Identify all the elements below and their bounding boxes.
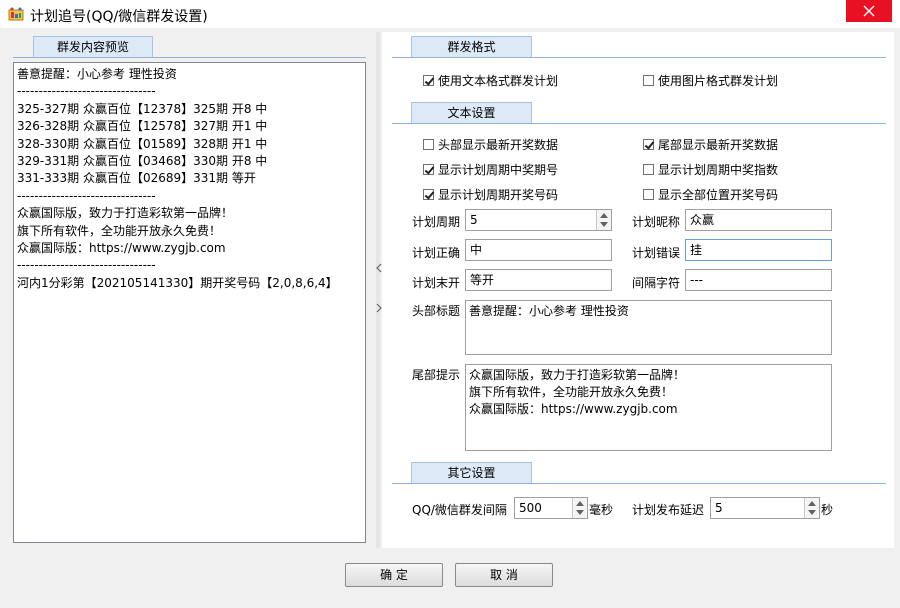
nickname-label: 计划昵称 bbox=[632, 215, 681, 229]
header-title-label: 头部标题 bbox=[412, 304, 461, 318]
checkbox-checked-icon bbox=[423, 164, 434, 175]
spin-down-icon bbox=[808, 510, 816, 515]
preview-line: -------------------------------- bbox=[17, 188, 156, 203]
ok-button[interactable]: 确 定 bbox=[345, 563, 443, 587]
show-draw-numbers-checkbox[interactable]: 显示计划周期开奖号码 bbox=[423, 186, 558, 203]
preview-line: 善意提醒：小心参考 理性投资 bbox=[17, 67, 177, 81]
cancel-button[interactable]: 取 消 bbox=[455, 563, 553, 587]
interval-stepper[interactable]: 500 bbox=[514, 497, 588, 519]
other-settings-section-divider bbox=[392, 483, 886, 484]
preview-line: -------------------------------- bbox=[17, 84, 156, 99]
show-winning-period-checkbox[interactable]: 显示计划周期中奖期号 bbox=[423, 161, 558, 178]
preview-line: 众赢国际版，致力于打造彩软第一品牌！ bbox=[17, 206, 234, 221]
footer-label: 尾部提示 bbox=[412, 368, 461, 382]
button-bar bbox=[0, 548, 900, 608]
checkbox-unchecked-icon bbox=[643, 189, 654, 200]
correct-input[interactable]: 中 bbox=[465, 239, 612, 261]
preview-line: 325-327期 众赢百位【12378】325期 开8 中 bbox=[17, 101, 268, 116]
spin-up-icon bbox=[576, 501, 584, 506]
preview-line: 旗下所有软件，全功能开放永久免费！ bbox=[17, 223, 222, 238]
checkbox-checked-icon bbox=[643, 139, 654, 150]
wrong-input[interactable]: 挂 bbox=[685, 239, 832, 261]
cycle-stepper[interactable]: 5 bbox=[465, 209, 612, 231]
spin-down-icon bbox=[600, 222, 608, 227]
show-winning-index-checkbox[interactable]: 显示计划周期中奖指数 bbox=[643, 161, 778, 178]
spin-buttons[interactable] bbox=[804, 498, 819, 518]
text-settings-section-tab: 文本设置 bbox=[411, 102, 532, 123]
header-latest-draw-checkbox[interactable]: 头部显示最新开奖数据 bbox=[423, 136, 558, 153]
separator-label: 间隔字符 bbox=[632, 276, 681, 290]
format-section-divider bbox=[392, 57, 886, 58]
pending-label: 计划末开 bbox=[412, 276, 461, 290]
correct-label: 计划正确 bbox=[412, 246, 461, 260]
spin-up-icon bbox=[808, 501, 816, 506]
interval-unit: 毫秒 bbox=[589, 503, 614, 517]
checkbox-unchecked-icon bbox=[423, 139, 434, 150]
pane-splitter[interactable] bbox=[376, 32, 380, 548]
title-bar: 计划追号(QQ/微信群发设置) bbox=[0, 0, 900, 28]
preview-line: 328-330期 众赢百位【01589】328期 开1 中 bbox=[17, 136, 268, 151]
preview-tab: 群发内容预览 bbox=[33, 36, 153, 57]
preview-line: 331-333期 众赢百位【02689】331期 等开 bbox=[17, 171, 256, 186]
spin-buttons[interactable] bbox=[572, 498, 587, 518]
image-format-checkbox[interactable]: 使用图片格式群发计划 bbox=[643, 72, 778, 89]
separator-input[interactable]: --- bbox=[685, 269, 832, 291]
checkbox-unchecked-icon bbox=[643, 164, 654, 175]
preview-line: 河内1分彩第【202105141330】期开奖号码【2,0,8,6,4】 bbox=[17, 275, 338, 290]
preview-line: 众赢国际版：https://www.zygjb.com bbox=[17, 240, 226, 255]
preview-line: 326-328期 众赢百位【12578】327期 开1 中 bbox=[17, 119, 268, 134]
close-icon bbox=[863, 5, 875, 17]
preview-textbox[interactable]: 善意提醒：小心参考 理性投资 -------------------------… bbox=[13, 62, 366, 543]
spin-buttons[interactable] bbox=[596, 210, 611, 230]
show-all-positions-checkbox[interactable]: 显示全部位置开奖号码 bbox=[643, 186, 778, 203]
checkbox-checked-icon bbox=[423, 189, 434, 200]
text-format-checkbox[interactable]: 使用文本格式群发计划 bbox=[423, 72, 558, 89]
header-title-textarea[interactable]: 善意提醒：小心参考 理性投资 bbox=[465, 300, 832, 355]
other-settings-section-tab: 其它设置 bbox=[411, 462, 532, 483]
preview-line: -------------------------------- bbox=[17, 258, 156, 273]
text-settings-section-divider bbox=[392, 123, 886, 124]
spin-down-icon bbox=[576, 510, 584, 515]
footer-latest-draw-checkbox[interactable]: 尾部显示最新开奖数据 bbox=[643, 136, 778, 153]
checkbox-checked-icon bbox=[423, 75, 434, 86]
wrong-label: 计划错误 bbox=[632, 246, 681, 260]
window-title: 计划追号(QQ/微信群发设置) bbox=[30, 9, 208, 25]
delay-unit: 秒 bbox=[821, 503, 834, 517]
spin-up-icon bbox=[600, 213, 608, 218]
cycle-label: 计划周期 bbox=[412, 215, 461, 229]
interval-label: QQ/微信群发间隔 bbox=[412, 503, 507, 517]
nickname-input[interactable]: 众赢 bbox=[685, 209, 832, 231]
preview-line: 329-331期 众赢百位【03468】330期 开8 中 bbox=[17, 153, 268, 168]
delay-label: 计划发布延迟 bbox=[632, 503, 705, 517]
footer-textarea[interactable]: 众赢国际版，致力于打造彩软第一品牌！ 旗下所有软件，全功能开放永久免费！ 众赢国… bbox=[465, 364, 832, 451]
checkbox-unchecked-icon bbox=[643, 75, 654, 86]
pending-input[interactable]: 等开 bbox=[465, 269, 612, 291]
close-button[interactable] bbox=[846, 0, 892, 22]
format-section-tab: 群发格式 bbox=[411, 36, 532, 57]
app-icon bbox=[8, 7, 24, 21]
preview-divider bbox=[13, 57, 366, 58]
delay-stepper[interactable]: 5 bbox=[710, 497, 820, 519]
